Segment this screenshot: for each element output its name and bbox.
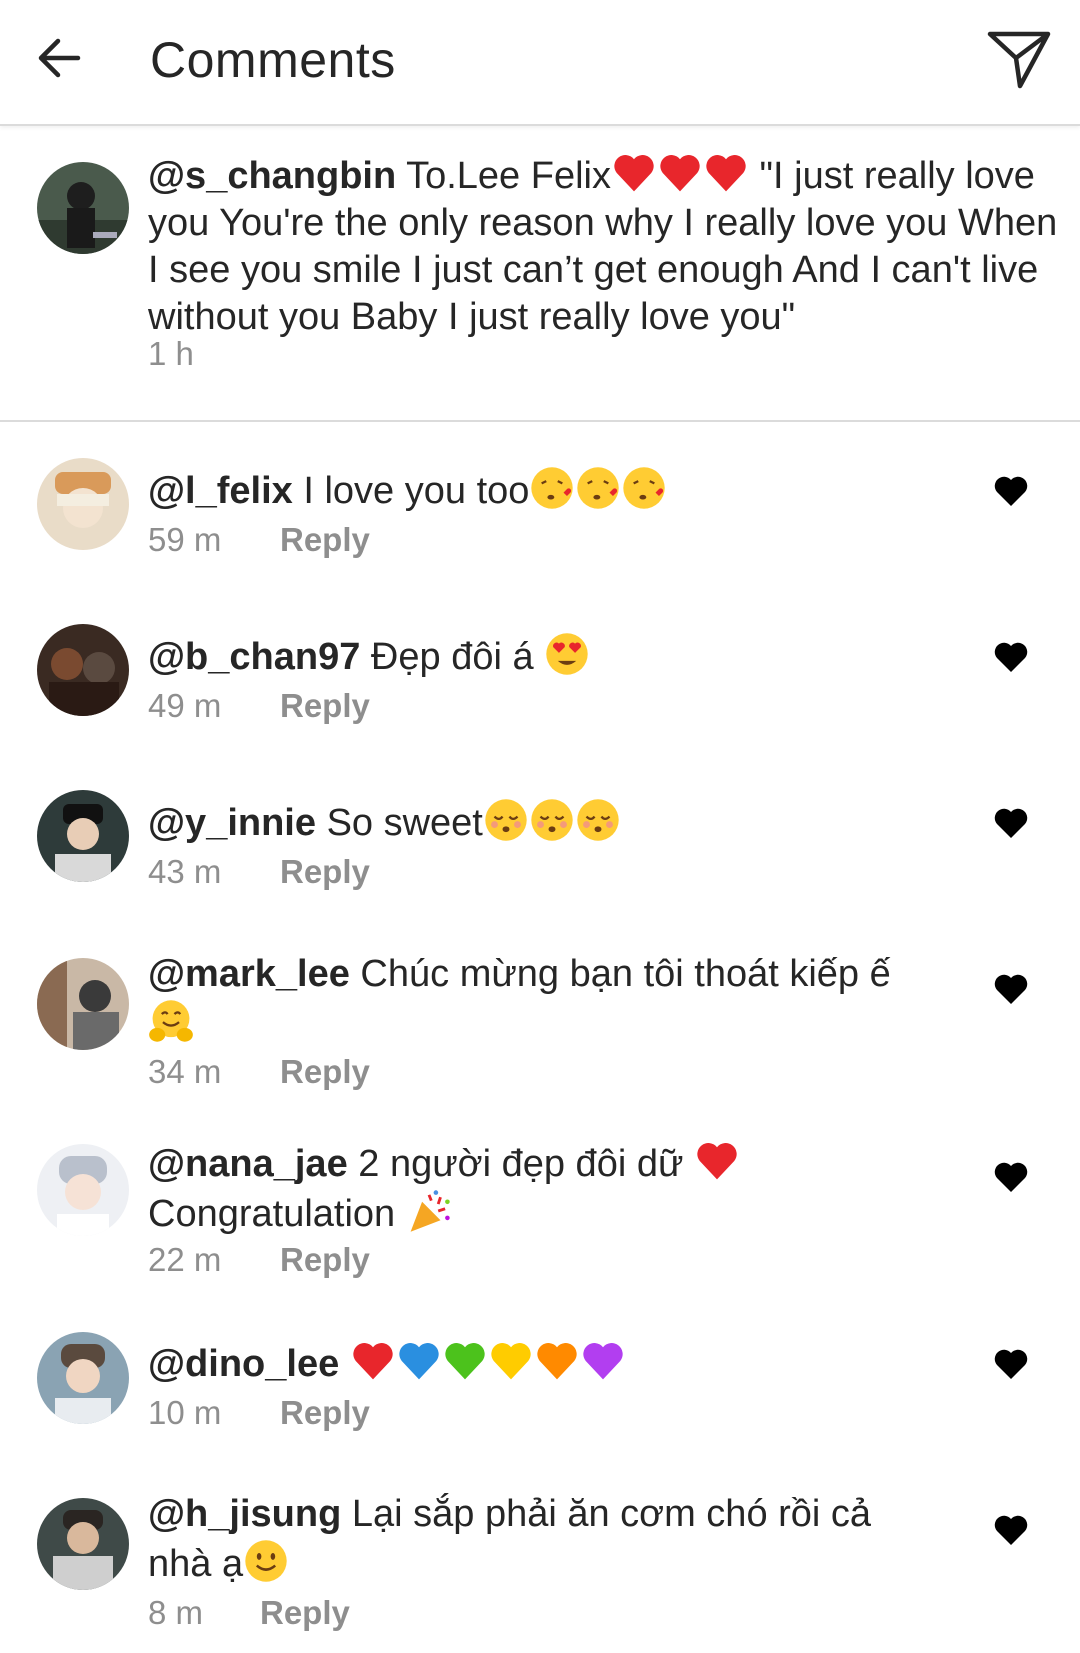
heart-red-emoji — [611, 150, 657, 196]
comment-time: 22 m — [148, 1241, 222, 1278]
avatar[interactable] — [37, 624, 129, 716]
heart-orange-emoji — [534, 1338, 580, 1384]
kissing-heart-emoji — [529, 465, 575, 511]
hugging-emoji — [148, 998, 194, 1044]
comment-time: 10 m — [148, 1394, 222, 1431]
comment-body: 2 người đẹp đôi dữ — [358, 1143, 684, 1185]
comment-body: I love you too — [303, 470, 530, 512]
comment-username[interactable]: @y_innie — [148, 802, 316, 844]
heart-filled-icon[interactable] — [993, 1513, 1029, 1547]
comment-username[interactable]: @b_chan97 — [148, 636, 360, 678]
page-title: Comments — [150, 32, 396, 88]
heart-eyes-emoji — [544, 631, 590, 677]
caption-time: 1 h — [148, 335, 194, 372]
comment-time: 49 m — [148, 687, 222, 724]
comment-time: 34 m — [148, 1053, 222, 1090]
comment-text: @h_jisung Lại sắp phải ăn cơm chó rồi cả… — [148, 1491, 928, 1588]
heart-red-emoji — [657, 150, 703, 196]
share-button[interactable] — [982, 24, 1054, 96]
post-caption: @s_changbin To.Lee Felix "I just really … — [0, 126, 1080, 422]
comment-text: @nana_jae 2 người đẹp đôi dữ Congratulat… — [148, 1138, 1058, 1238]
avatar[interactable] — [37, 790, 129, 882]
heart-filled-icon[interactable] — [993, 1347, 1029, 1381]
avatar[interactable] — [37, 162, 129, 254]
comment-text: @mark_lee Chúc mừng bạn tôi thoát kiếp ế — [148, 951, 928, 1048]
comment-time: 43 m — [148, 853, 222, 890]
comment-username[interactable]: @nana_jae — [148, 1143, 348, 1185]
comment-text: @y_innie So sweet — [148, 797, 1058, 847]
heart-filled-icon[interactable] — [993, 806, 1029, 840]
header: Comments — [0, 0, 1080, 126]
kissing-heart-emoji — [621, 465, 667, 511]
comment-body: So sweet — [326, 802, 483, 844]
comment-time: 8 m — [148, 1594, 204, 1631]
comment-text: @l_felix I love you too — [148, 465, 1058, 515]
back-button[interactable] — [30, 28, 90, 88]
heart-purple-emoji — [580, 1338, 626, 1384]
comment-username[interactable]: @dino_lee — [148, 1343, 339, 1385]
heart-filled-icon[interactable] — [993, 1160, 1029, 1194]
comment-username[interactable]: @h_jisung — [148, 1493, 341, 1535]
comment-username[interactable]: @mark_lee — [148, 953, 350, 995]
heart-red-emoji — [694, 1138, 740, 1184]
comment-username[interactable]: @l_felix — [148, 470, 293, 512]
caption-username[interactable]: @s_changbin — [148, 155, 396, 197]
heart-red-emoji — [350, 1338, 396, 1384]
avatar[interactable] — [37, 458, 129, 550]
comment-body: Đẹp đôi á — [370, 636, 534, 678]
kissing-closed-eyes-emoji — [575, 797, 621, 843]
reply-button[interactable]: Reply — [280, 1240, 370, 1280]
reply-button[interactable]: Reply — [260, 1593, 350, 1633]
arrow-left-icon — [38, 38, 81, 78]
avatar[interactable] — [37, 1498, 129, 1590]
kissing-closed-eyes-emoji — [529, 797, 575, 843]
comment-body: Chúc mừng bạn tôi thoát kiếp ế — [360, 953, 891, 995]
reply-button[interactable]: Reply — [280, 686, 370, 726]
kissing-closed-eyes-emoji — [483, 797, 529, 843]
comment-text: @dino_lee — [148, 1338, 1058, 1388]
caption-text: @s_changbin To.Lee Felix "I just really … — [148, 150, 1058, 341]
avatar[interactable] — [37, 958, 129, 1050]
heart-yellow-emoji — [488, 1338, 534, 1384]
heart-blue-emoji — [396, 1338, 442, 1384]
party-popper-emoji — [406, 1188, 452, 1234]
heart-green-emoji — [442, 1338, 488, 1384]
caption-text-start: To.Lee Felix — [406, 155, 611, 197]
reply-button[interactable]: Reply — [280, 520, 370, 560]
avatar[interactable] — [37, 1144, 129, 1236]
comment-time: 59 m — [148, 521, 222, 558]
avatar[interactable] — [37, 1332, 129, 1424]
heart-filled-icon[interactable] — [993, 640, 1029, 674]
comment-text: @b_chan97 Đẹp đôi á — [148, 631, 1058, 681]
smiling-face-emoji — [243, 1538, 289, 1584]
heart-filled-icon[interactable] — [993, 474, 1029, 508]
heart-filled-icon[interactable] — [993, 972, 1029, 1006]
heart-red-emoji — [703, 150, 749, 196]
reply-button[interactable]: Reply — [280, 1393, 370, 1433]
paper-plane-icon — [987, 31, 1051, 89]
kissing-heart-emoji — [575, 465, 621, 511]
reply-button[interactable]: Reply — [280, 1052, 370, 1092]
reply-button[interactable]: Reply — [280, 852, 370, 892]
comment-body-line2: Congratulation — [148, 1193, 396, 1235]
